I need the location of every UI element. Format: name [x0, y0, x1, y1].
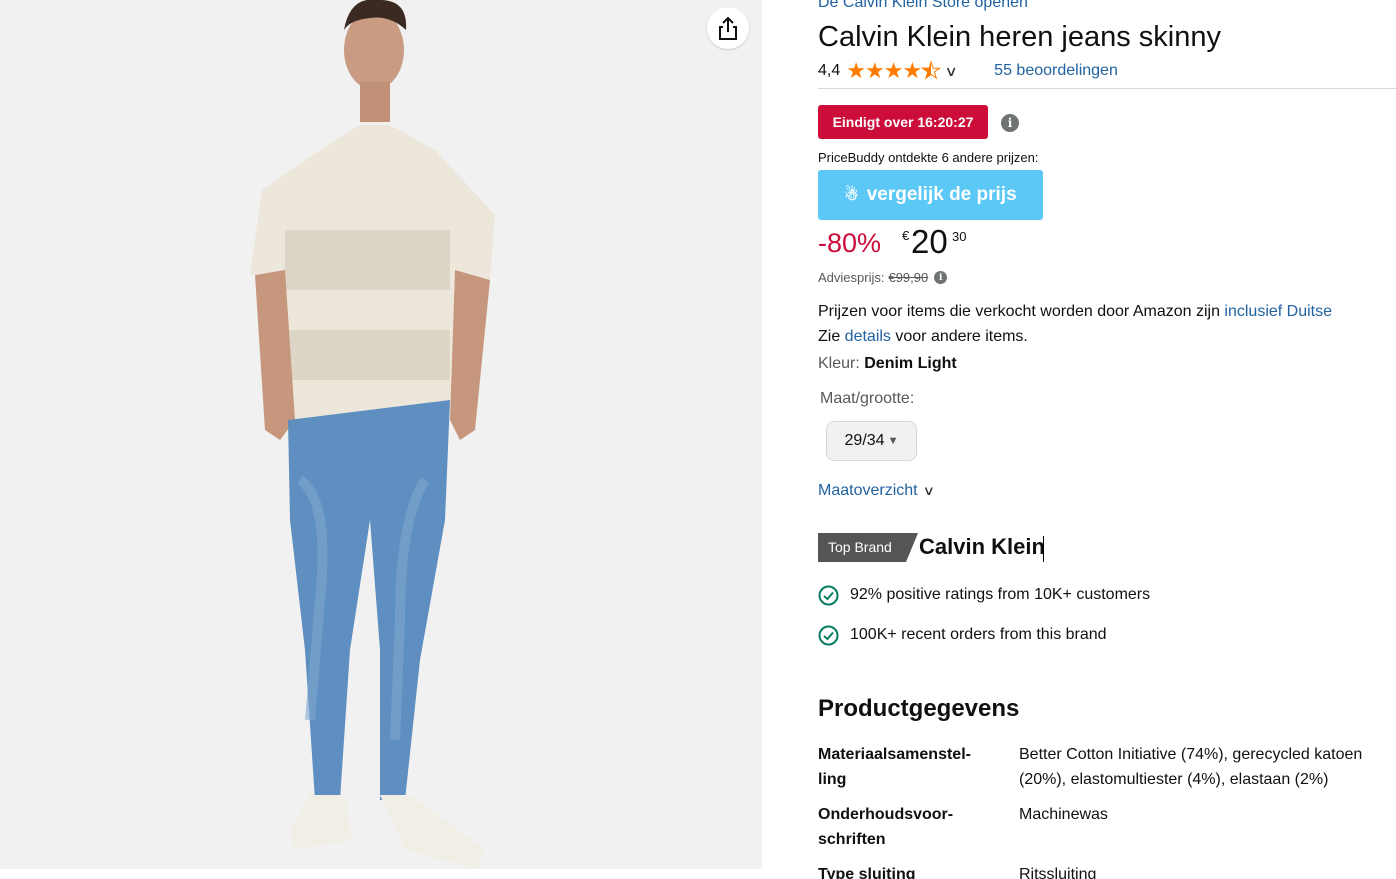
tax-text-2: Zie — [818, 328, 845, 345]
chevron-down-icon: ▼ — [887, 435, 899, 447]
compare-price-label: vergelijk de prijs — [866, 184, 1017, 205]
size-value: 29/34 — [844, 432, 885, 449]
colour-label: Kleur: — [818, 355, 860, 372]
discount-percent: -80% — [818, 228, 882, 258]
list-price-label: Adviesprijs: — [818, 270, 885, 285]
info-icon[interactable]: i — [1001, 114, 1019, 132]
table-row: Type sluiting Ritssluiting — [818, 862, 1396, 879]
divider — [818, 88, 1396, 89]
brand-fact: 92% positive ratings from 10K+ customers — [818, 583, 1150, 607]
star-rating[interactable]: ★ ★ ★ ★ ★ — [846, 58, 942, 83]
table-row: Onderhoudsvoor-schriften Machinewas — [818, 802, 1396, 862]
tax-notice: Prijzen voor items die verkocht worden d… — [818, 299, 1396, 349]
price-whole: 20 — [911, 223, 948, 260]
spec-value-line: Better Cotton Initiative (74%), gerecycl… — [1019, 746, 1363, 763]
store-link[interactable]: De Calvin Klein Store openen — [818, 0, 1028, 12]
spec-value: Machinewas — [1019, 806, 1108, 823]
star-icon: ★ — [883, 58, 904, 83]
tax-text-1: Prijzen voor items die verkocht worden d… — [818, 303, 1225, 320]
spec-key: Type sluiting — [818, 866, 916, 879]
details-link[interactable]: details — [845, 328, 891, 345]
size-dropdown[interactable]: 29/34 ▼ — [826, 421, 917, 461]
rating-row: 4,4 ★ ★ ★ ★ ★ ∨ 55 beoordelingen — [818, 58, 1118, 83]
robot-icon: ☃ — [844, 187, 859, 204]
tax-link[interactable]: inclusief Duitse — [1224, 303, 1332, 320]
size-chart-link[interactable]: Maatoverzicht ∨ — [818, 482, 935, 500]
brand-fact: 100K+ recent orders from this brand — [818, 623, 1107, 647]
price-fraction: 30 — [952, 229, 967, 244]
rating-value: 4,4 — [818, 62, 841, 79]
share-icon — [719, 16, 737, 40]
top-brand-badge: Top Brand — [818, 533, 918, 562]
chevron-down-icon: ∨ — [922, 483, 935, 498]
brand-fact-text: 92% positive ratings from 10K+ customers — [850, 586, 1151, 603]
spec-value: Ritssluiting — [1019, 866, 1097, 879]
pricebuddy-note: PriceBuddy ontdekte 6 andere prijzen: — [818, 150, 1039, 165]
product-image-pane[interactable] — [0, 0, 762, 869]
review-count-link[interactable]: 55 beoordelingen — [994, 62, 1118, 80]
spec-key: Materiaalsamenstel-ling — [818, 746, 971, 788]
list-price-value: €99,90 — [888, 270, 929, 285]
colour-row: Kleur: Denim Light — [818, 355, 957, 373]
info-icon[interactable]: i — [934, 271, 948, 284]
star-icon: ★ — [846, 58, 866, 83]
star-icon: ★ — [902, 58, 923, 83]
size-label: Maat/grootte: — [820, 390, 915, 407]
star-icon: ★ — [864, 58, 885, 83]
spec-value: Better Cotton Initiative (74%), gerecycl… — [1019, 742, 1396, 802]
spec-value-line: (20%), elastomultiester (4%), elastaan (… — [1019, 771, 1329, 788]
half-star-icon: ★ — [921, 58, 942, 83]
list-price: Adviesprijs: €99,90 i — [818, 270, 948, 285]
check-circle-icon — [818, 585, 839, 605]
spec-key: Onderhoudsvoor-schriften — [818, 806, 954, 848]
top-brand-label: Top Brand — [828, 539, 892, 555]
text-cursor — [1043, 536, 1044, 562]
product-details-table: Materiaalsamenstel-ling Better Cotton In… — [818, 742, 1396, 879]
brand-fact-text: 100K+ recent orders from this brand — [850, 626, 1107, 643]
share-button[interactable] — [707, 7, 749, 49]
deal-countdown-badge: Eindigt over 16:20:27 — [818, 105, 988, 139]
table-row: Materiaalsamenstel-ling Better Cotton In… — [818, 742, 1396, 802]
chevron-down-icon[interactable]: ∨ — [944, 63, 957, 80]
tax-text-3: voor andere items. — [890, 328, 1028, 345]
product-details-title: Productgegevens — [818, 695, 1020, 722]
product-info-column: De Calvin Klein Store openen Calvin Klei… — [818, 0, 1396, 879]
check-circle-icon — [818, 625, 839, 645]
compare-price-button[interactable]: ☃ vergelijk de prijs — [818, 170, 1043, 220]
colour-value: Denim Light — [864, 355, 957, 372]
product-title: Calvin Klein heren jeans skinny — [818, 21, 1221, 53]
product-photo[interactable] — [240, 0, 520, 869]
price-currency: € — [902, 228, 910, 243]
brand-name[interactable]: Calvin Klein — [919, 534, 1045, 560]
size-chart-label: Maatoverzicht — [818, 482, 918, 499]
